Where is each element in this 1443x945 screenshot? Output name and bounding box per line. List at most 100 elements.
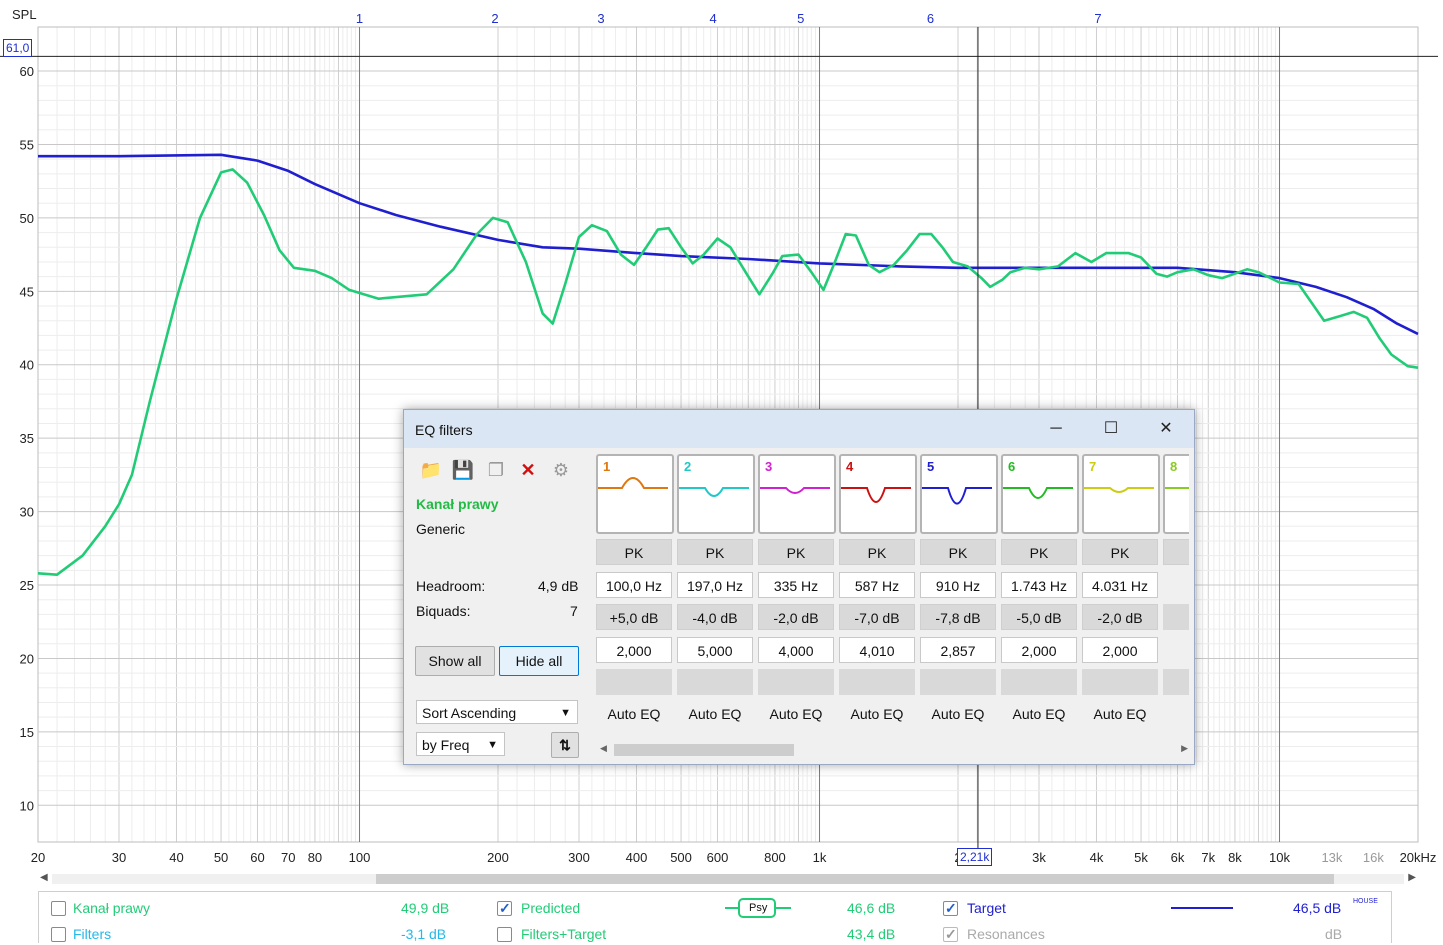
predicted-checkbox[interactable]	[497, 897, 512, 919]
filter-response-thumbnail[interactable]: 3	[758, 454, 836, 534]
filter-response-thumbnail[interactable]: 5	[920, 454, 998, 534]
close-button[interactable]: ✕	[1151, 418, 1181, 440]
filter-frequency[interactable]: 335 Hz	[758, 572, 834, 598]
window-titlebar[interactable]: EQ filters ─ ☐ ✕	[404, 410, 1194, 448]
filter-type[interactable]: PK	[920, 539, 996, 565]
headroom-value: 4,9 dB	[538, 578, 579, 594]
filter-gain[interactable]: -7,0 dB	[839, 604, 915, 630]
filter-type[interactable]: I	[1163, 539, 1189, 565]
filter-q[interactable]: 2,000	[1001, 637, 1077, 663]
filter-response-thumbnail[interactable]: 4	[839, 454, 917, 534]
y-tick-label: 60	[20, 64, 34, 79]
legend-item-predicted[interactable]: Predicted Psy 46,6 dB	[497, 897, 897, 919]
legend-item-kanal-prawy[interactable]: Kanał prawy 49,9 dB	[51, 897, 451, 919]
filter-frequency-markers: 1 2 3 4 5 6 7	[356, 11, 1102, 26]
x-axis-ticks: 203040506070801002003004005006008001k23k…	[31, 850, 1437, 865]
filter-gain[interactable]: -5,0 dB	[1001, 604, 1077, 630]
filter-source: Auto EQ	[1012, 706, 1066, 722]
filter-response-thumbnail[interactable]: 2	[677, 454, 755, 534]
settings-gear-icon[interactable]: ⚙	[549, 458, 573, 482]
resonances-checkbox[interactable]	[943, 923, 958, 945]
x-tick-label: 70	[281, 850, 295, 865]
filters-target-checkbox[interactable]	[497, 927, 512, 942]
filter-q[interactable]: 5,000	[677, 637, 753, 663]
filter-frequency[interactable]: 100,0 Hz	[596, 572, 672, 598]
filter-q[interactable]: 2,857	[920, 637, 996, 663]
legend-item-target[interactable]: Target 46,5 dB HOUSE	[943, 897, 1383, 919]
save-icon[interactable]: 💾	[451, 458, 475, 482]
filters-checkbox[interactable]	[51, 927, 66, 942]
filter-type[interactable]: PK	[677, 539, 753, 565]
filter-type[interactable]: PK	[1001, 539, 1077, 565]
target-checkbox[interactable]	[943, 897, 958, 919]
scroll-left-icon[interactable]: ◀	[40, 872, 48, 883]
scroll-right-icon[interactable]: ▶	[1408, 872, 1416, 883]
filter-gain[interactable]: +5,0 dB	[596, 604, 672, 630]
filter-curve	[922, 487, 992, 505]
filter-source: Auto EQ	[931, 706, 985, 722]
legend-value: 46,6 dB	[847, 900, 896, 916]
maximize-button[interactable]: ☐	[1096, 418, 1126, 440]
filters-horizontal-scrollbar[interactable]: ◀ ▶	[600, 743, 1188, 756]
filter-type[interactable]: PK	[596, 539, 672, 565]
filter-q[interactable]: 4,010	[839, 637, 915, 663]
filter-gain[interactable]: -2,0 dB	[758, 604, 834, 630]
scroll-thumb[interactable]	[614, 744, 794, 756]
filter-frequency[interactable]: 1.743 Hz	[1001, 572, 1077, 598]
delete-icon[interactable]: ✕	[516, 458, 540, 482]
open-folder-icon[interactable]: 📁	[419, 458, 443, 482]
x-tick-label: 10k	[1269, 850, 1290, 865]
filter-type[interactable]: PK	[839, 539, 915, 565]
minimize-button[interactable]: ─	[1041, 418, 1071, 440]
legend-value: 46,5 dB	[1293, 900, 1342, 916]
filter-curve	[841, 487, 911, 503]
hide-all-button[interactable]: Hide all	[499, 646, 579, 676]
graph-horizontal-scrollbar[interactable]: ◀ ▶	[38, 872, 1418, 886]
filter-type[interactable]: PK	[758, 539, 834, 565]
x-tick-label: 400	[626, 850, 648, 865]
psy-badge: Psy	[749, 902, 768, 914]
cursor-freq-readout: 2,21k	[957, 848, 993, 866]
filter-source: Au	[1163, 701, 1189, 727]
filter-response-thumbnail[interactable]: 6	[1001, 454, 1079, 534]
scroll-thumb[interactable]	[376, 874, 1334, 884]
filter-q[interactable]: 2,000	[596, 637, 672, 663]
sort-by-value: by Freq	[422, 737, 470, 753]
scroll-right-icon[interactable]: ▶	[1181, 743, 1188, 754]
eq-filters-window: EQ filters ─ ☐ ✕ 📁 💾 ❐ ✕ ⚙ Kanał prawy G…	[403, 409, 1195, 765]
window-title: EQ filters	[415, 422, 473, 438]
filter-curve	[598, 477, 668, 489]
scroll-left-icon[interactable]: ◀	[600, 743, 607, 754]
filter-q[interactable]: 2,000	[1082, 637, 1158, 663]
sort-order-select[interactable]: Sort Ascending ▼	[416, 700, 578, 724]
target-line-sample	[1171, 907, 1233, 909]
legend-panel: Kanał prawy 49,9 dB Predicted Psy 46,6 d…	[38, 891, 1392, 945]
filter-extra	[1163, 669, 1189, 695]
x-tick-label: 30	[112, 850, 126, 865]
filter-response-thumbnail[interactable]: 8	[1163, 454, 1189, 534]
show-all-button[interactable]: Show all	[415, 646, 495, 676]
filter-frequency[interactable]: 197,0 Hz	[677, 572, 753, 598]
copy-icon[interactable]: ❐	[484, 458, 508, 482]
filter-extra	[1082, 669, 1158, 695]
filter-gain[interactable]	[1163, 604, 1189, 630]
filter-q[interactable]: 4,000	[758, 637, 834, 663]
legend-label: Kanał prawy	[73, 900, 151, 916]
filter-curve	[1003, 487, 1073, 499]
x-tick-label: 5k	[1134, 850, 1148, 865]
filter-gain[interactable]: -4,0 dB	[677, 604, 753, 630]
sort-by-select[interactable]: by Freq ▼	[416, 732, 505, 756]
filter-type[interactable]: PK	[1082, 539, 1158, 565]
filter-response-thumbnail[interactable]: 7	[1082, 454, 1160, 534]
filter-gain[interactable]: -7,8 dB	[920, 604, 996, 630]
filter-extra	[1001, 669, 1077, 695]
sort-direction-button[interactable]: ⇅	[551, 732, 579, 758]
filter-gain[interactable]: -2,0 dB	[1082, 604, 1158, 630]
filter-marker-label: 2	[491, 11, 498, 26]
x-tick-label: 3k	[1032, 850, 1046, 865]
filter-frequency[interactable]: 4.031 Hz	[1082, 572, 1158, 598]
filter-frequency[interactable]: 910 Hz	[920, 572, 996, 598]
kanal-prawy-checkbox[interactable]	[51, 901, 66, 916]
filter-response-thumbnail[interactable]: 1	[596, 454, 674, 534]
filter-frequency[interactable]: 587 Hz	[839, 572, 915, 598]
